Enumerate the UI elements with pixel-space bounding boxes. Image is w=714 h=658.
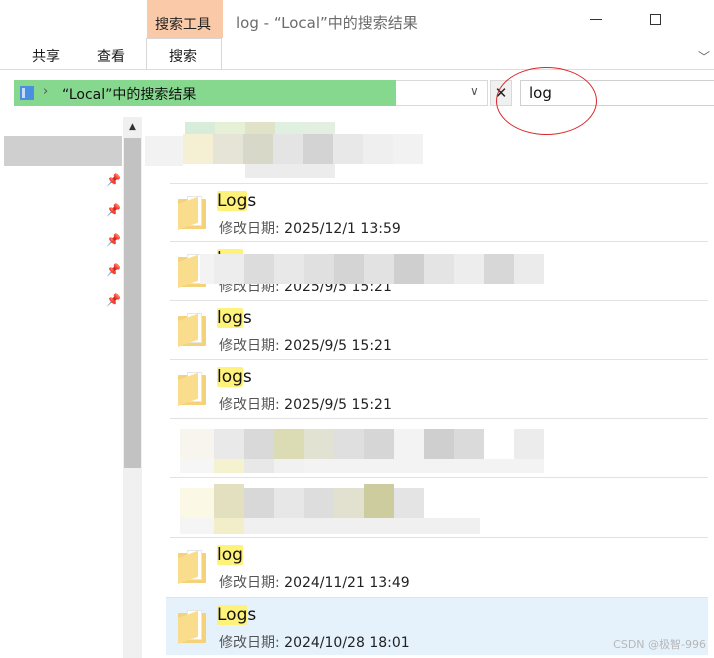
minimize-icon[interactable]: [590, 19, 602, 20]
folder-icon: [178, 313, 206, 347]
breadcrumb-chevron-icon[interactable]: ›: [43, 84, 48, 99]
result-name: logs: [217, 308, 252, 328]
redacted-content: [145, 120, 435, 180]
name-suffix: s: [247, 605, 257, 625]
folder-icon: [178, 610, 206, 644]
modified-label: 修改日期:: [219, 221, 280, 237]
modified-date: 2025/12/1 13:59: [284, 221, 401, 237]
name-suffix: s: [242, 308, 252, 328]
result-name: Logs: [217, 191, 256, 211]
window-title: log - “Local”中的搜索结果: [236, 14, 418, 32]
ribbon-divider: [0, 69, 714, 70]
pin-icon: 📌: [106, 263, 121, 277]
modified-label: 修改日期:: [219, 635, 280, 651]
tab-view[interactable]: 查看: [97, 46, 125, 66]
tab-share[interactable]: 共享: [32, 46, 60, 66]
folder-icon: [178, 372, 206, 406]
watermark: CSDN @极智-996: [613, 638, 706, 651]
result-name: Logs: [217, 605, 256, 625]
match-highlight: log: [217, 308, 243, 328]
search-result-item[interactable]: log 修改日期: 2024/11/21 13:49: [170, 537, 708, 595]
tab-search[interactable]: 搜索: [169, 46, 197, 66]
folder-icon: [178, 196, 206, 230]
modified-date: 2024/11/21 13:49: [284, 575, 410, 591]
modified-date: 2024/10/28 18:01: [284, 635, 410, 651]
redacted-content: [180, 484, 480, 534]
modified-date: 2025/9/5 15:21: [284, 397, 392, 413]
annotation-circle: [496, 67, 597, 135]
result-name: log: [217, 545, 243, 565]
match-highlight: Log: [217, 191, 248, 211]
folder-icon: [178, 550, 206, 584]
pin-icon: 📌: [106, 203, 121, 217]
name-suffix: s: [242, 367, 252, 387]
ribbon-expand-chevron-icon[interactable]: ﹀: [698, 48, 710, 65]
search-result-item[interactable]: [170, 477, 708, 535]
modified-label: 修改日期:: [219, 575, 280, 591]
modified-date: 2025/9/5 15:21: [284, 338, 392, 354]
context-tab-label: 搜索工具: [155, 17, 211, 33]
maximize-icon[interactable]: [650, 14, 661, 25]
result-meta: 修改日期: 2025/9/5 15:21: [219, 335, 392, 355]
result-meta: 修改日期: 2025/12/1 13:59: [219, 218, 401, 238]
redacted-content: [200, 254, 544, 284]
pin-icon: 📌: [106, 233, 121, 247]
result-meta: 修改日期: 2024/11/21 13:49: [219, 572, 410, 592]
name-suffix: s: [247, 191, 257, 211]
modified-label: 修改日期:: [219, 397, 280, 413]
pin-icon: 📌: [106, 173, 121, 187]
address-history-dropdown-icon[interactable]: ∨: [470, 84, 479, 98]
search-result-item[interactable]: logs 修改日期: 2025/9/5 15:21: [170, 300, 708, 358]
search-result-item[interactable]: logs 修改日期: 2025/9/5 15:21: [170, 359, 708, 417]
match-highlight: Log: [217, 605, 248, 625]
nav-scrollbar-thumb[interactable]: [124, 138, 141, 468]
address-path[interactable]: “Local”中的搜索结果: [62, 84, 196, 104]
scroll-up-arrow-icon[interactable]: ▲: [123, 117, 142, 137]
search-result-item[interactable]: [170, 418, 708, 476]
result-name: logs: [217, 367, 252, 387]
redacted-content: [180, 427, 545, 473]
modified-label: 修改日期:: [219, 338, 280, 354]
result-meta: 修改日期: 2025/9/5 15:21: [219, 394, 392, 414]
search-result-item[interactable]: logs 修改日期: 2025/9/5 15:21: [170, 241, 708, 299]
search-location-icon: [20, 86, 34, 100]
search-tools-context-tab: 搜索工具: [147, 0, 223, 38]
match-highlight: log: [217, 367, 243, 387]
search-result-item[interactable]: Logs 修改日期: 2025/12/1 13:59: [170, 183, 708, 241]
match-highlight: log: [217, 545, 243, 565]
pin-icon: 📌: [106, 293, 121, 307]
nav-selected-item[interactable]: [4, 136, 122, 166]
result-meta: 修改日期: 2024/10/28 18:01: [219, 632, 410, 652]
